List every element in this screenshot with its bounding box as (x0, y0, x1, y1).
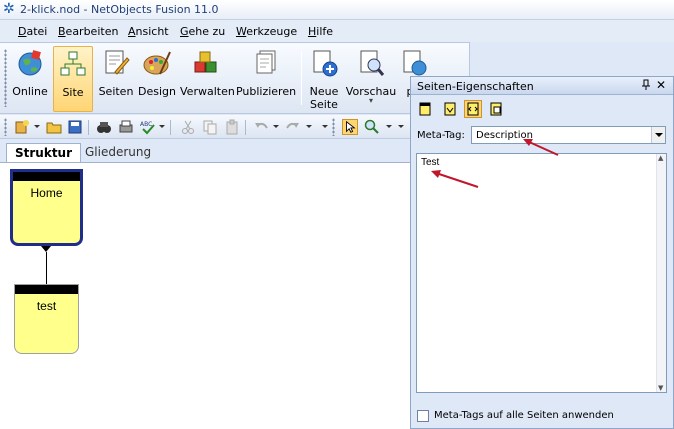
menu-bar: Datei Bearbeiten Ansicht Gehe zu Werkzeu… (0, 20, 674, 42)
site-button[interactable]: Site (53, 46, 93, 112)
toolbar-separator (170, 120, 171, 135)
page-node-header (13, 172, 80, 181)
zoom-tool-icon[interactable] (364, 119, 380, 135)
site-label: Site (62, 86, 84, 99)
save-icon[interactable] (67, 119, 83, 135)
new-item-dropdown-icon[interactable] (34, 125, 40, 128)
apply-all-pages-label: Meta-Tags auf alle Seiten anwenden (434, 410, 614, 421)
preview-magnifier-icon (360, 50, 385, 76)
scroll-down-icon[interactable]: ▼ (658, 384, 663, 392)
menu-datei[interactable]: Datei (18, 25, 47, 38)
meta-content-textarea[interactable]: Test ▲ ▼ (416, 153, 667, 393)
pin-icon[interactable] (641, 79, 651, 94)
open-folder-icon[interactable] (46, 119, 62, 135)
panel-title: Seiten-Eigenschaften (417, 80, 534, 93)
spellcheck-dropdown-icon[interactable] (159, 125, 165, 128)
page-edit-icon (105, 50, 130, 75)
zoom-dropdown-icon[interactable] (386, 125, 392, 128)
menu-werkzeuge[interactable]: Werkzeuge (236, 25, 297, 38)
toolbar-overflow-icon-2[interactable] (398, 125, 404, 128)
toolbar-separator (245, 120, 246, 135)
new-item-icon[interactable] (14, 119, 30, 135)
layout-tab-icon[interactable] (487, 100, 505, 118)
palette-icon (143, 51, 171, 75)
verwalten-button[interactable]: Verwalten (180, 46, 235, 112)
panel-tab-strip (411, 96, 673, 122)
neue-seite-label: Neue Seite (309, 85, 339, 111)
close-icon[interactable]: ✕ (656, 78, 666, 92)
tab-gliederung[interactable]: Gliederung (77, 143, 159, 162)
custom-names-tab-icon[interactable] (441, 100, 459, 118)
neue-seite-button[interactable]: Neue Seite (305, 46, 343, 112)
textarea-scrollbar[interactable]: ▲ ▼ (656, 154, 666, 392)
toolbar-separator (301, 51, 302, 105)
panel-header: Seiten-Eigenschaften ✕ (411, 77, 673, 95)
meta-content-text: Test (421, 157, 440, 168)
online-button[interactable]: Online (10, 46, 50, 112)
page-node-label: Home (30, 186, 63, 200)
blocks-icon (194, 51, 217, 73)
chevron-down-icon[interactable] (651, 127, 665, 143)
toolbar-separator (88, 120, 89, 135)
general-properties-tab-icon[interactable] (416, 100, 434, 118)
main-toolbar: Online Site Seiten Design Verwalten Publ… (0, 42, 470, 114)
tab-struktur[interactable]: Struktur (6, 143, 82, 162)
page-properties-panel: Seiten-Eigenschaften ✕ Meta-Tag: Descrip… (410, 76, 674, 429)
small-toolbar-grip-2[interactable] (332, 118, 335, 136)
menu-gehe-zu[interactable]: Gehe zu (180, 25, 225, 38)
cut-icon[interactable] (180, 119, 196, 135)
page-node-home[interactable]: Home (10, 169, 83, 246)
svg-text:ABC: ABC (140, 121, 152, 128)
redo-dropdown-icon[interactable] (306, 125, 312, 128)
publizieren-label: Publizieren (235, 85, 297, 98)
spellcheck-icon[interactable]: ABC (140, 119, 156, 135)
new-page-icon (313, 50, 338, 77)
meta-tag-value: Description (476, 130, 533, 141)
meta-tag-label: Meta-Tag: (417, 130, 465, 141)
menu-bearbeiten[interactable]: Bearbeiten (58, 25, 118, 38)
paste-icon[interactable] (224, 119, 240, 135)
meta-tag-select[interactable]: Description (471, 126, 666, 144)
vorschau-button[interactable]: Vorschau ▾ (344, 46, 398, 112)
globe-icon (18, 50, 42, 76)
publish-globe-icon (403, 50, 427, 76)
seiten-button[interactable]: Seiten (96, 46, 136, 112)
site-tree-icon (60, 51, 86, 76)
window-title: 2-klick.nod - NetObjects Fusion 11.0 (20, 3, 219, 16)
menu-hilfe[interactable]: Hilfe (308, 25, 333, 38)
netobjects-logo-icon: ✲ (3, 1, 15, 17)
vorschau-dropdown-icon[interactable]: ▾ (344, 97, 398, 105)
menu-ansicht[interactable]: Ansicht (128, 25, 169, 38)
publizieren-button[interactable]: Publizieren (234, 46, 298, 112)
pointer-tool-icon[interactable] (342, 119, 358, 135)
publish-pages-icon (256, 50, 276, 74)
apply-all-pages-checkbox[interactable] (417, 410, 429, 422)
title-bar: ✲ 2-klick.nod - NetObjects Fusion 11.0 (0, 0, 674, 20)
page-node-header (15, 285, 78, 294)
toolbar-overflow-icon[interactable] (322, 125, 328, 128)
design-label: Design (138, 85, 176, 98)
binoculars-icon[interactable] (96, 119, 112, 135)
view-tab-strip: Struktur Gliederung (0, 140, 410, 162)
site-structure-canvas[interactable]: Home test (0, 162, 410, 429)
seiten-label: Seiten (98, 85, 134, 98)
redo-icon[interactable] (285, 119, 301, 135)
design-button[interactable]: Design (137, 46, 177, 112)
print-icon[interactable] (118, 119, 134, 135)
small-toolbar-grip[interactable] (4, 118, 7, 136)
page-node-test[interactable]: test (14, 284, 79, 354)
verwalten-label: Verwalten (180, 85, 235, 98)
standard-toolbar: ABC (0, 115, 410, 139)
undo-dropdown-icon[interactable] (273, 125, 279, 128)
toolbar-grip[interactable] (4, 49, 7, 107)
undo-icon[interactable] (253, 119, 269, 135)
online-label: Online (12, 85, 48, 98)
tree-connector (46, 252, 47, 284)
scroll-up-icon[interactable]: ▲ (658, 154, 663, 162)
copy-icon[interactable] (202, 119, 218, 135)
meta-tags-tab-icon[interactable] (464, 100, 482, 118)
page-node-label: test (36, 299, 57, 313)
